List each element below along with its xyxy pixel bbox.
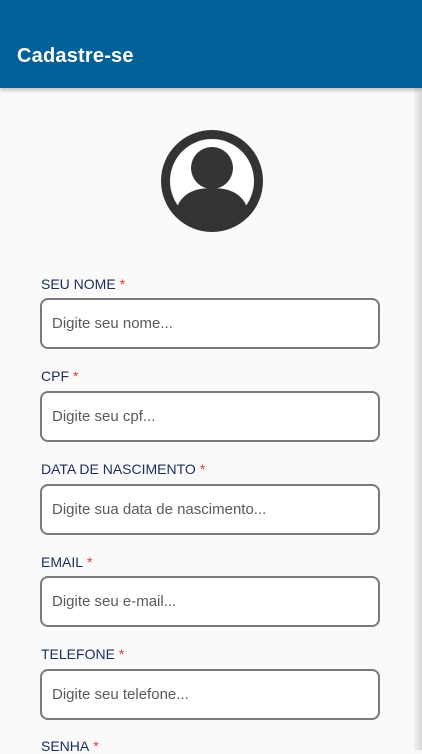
app-bar: Cadastre-se bbox=[0, 0, 422, 88]
phone-label: TELEFONE * bbox=[41, 646, 125, 662]
birthdate-input[interactable] bbox=[40, 484, 380, 535]
cpf-label: CPF * bbox=[41, 368, 79, 384]
name-label: SEU NOME * bbox=[41, 276, 126, 292]
page-title: Cadastre-se bbox=[17, 45, 134, 67]
cpf-input[interactable] bbox=[40, 391, 380, 442]
name-input[interactable] bbox=[40, 298, 380, 349]
birthdate-label: DATA DE NASCIMENTO * bbox=[41, 461, 206, 477]
password-label: SENHA * bbox=[41, 738, 99, 754]
phone-input[interactable] bbox=[40, 669, 380, 720]
scroll-edge bbox=[414, 88, 422, 750]
email-input[interactable] bbox=[40, 576, 380, 627]
user-avatar-icon[interactable] bbox=[161, 130, 263, 232]
email-label: EMAIL * bbox=[41, 554, 93, 570]
